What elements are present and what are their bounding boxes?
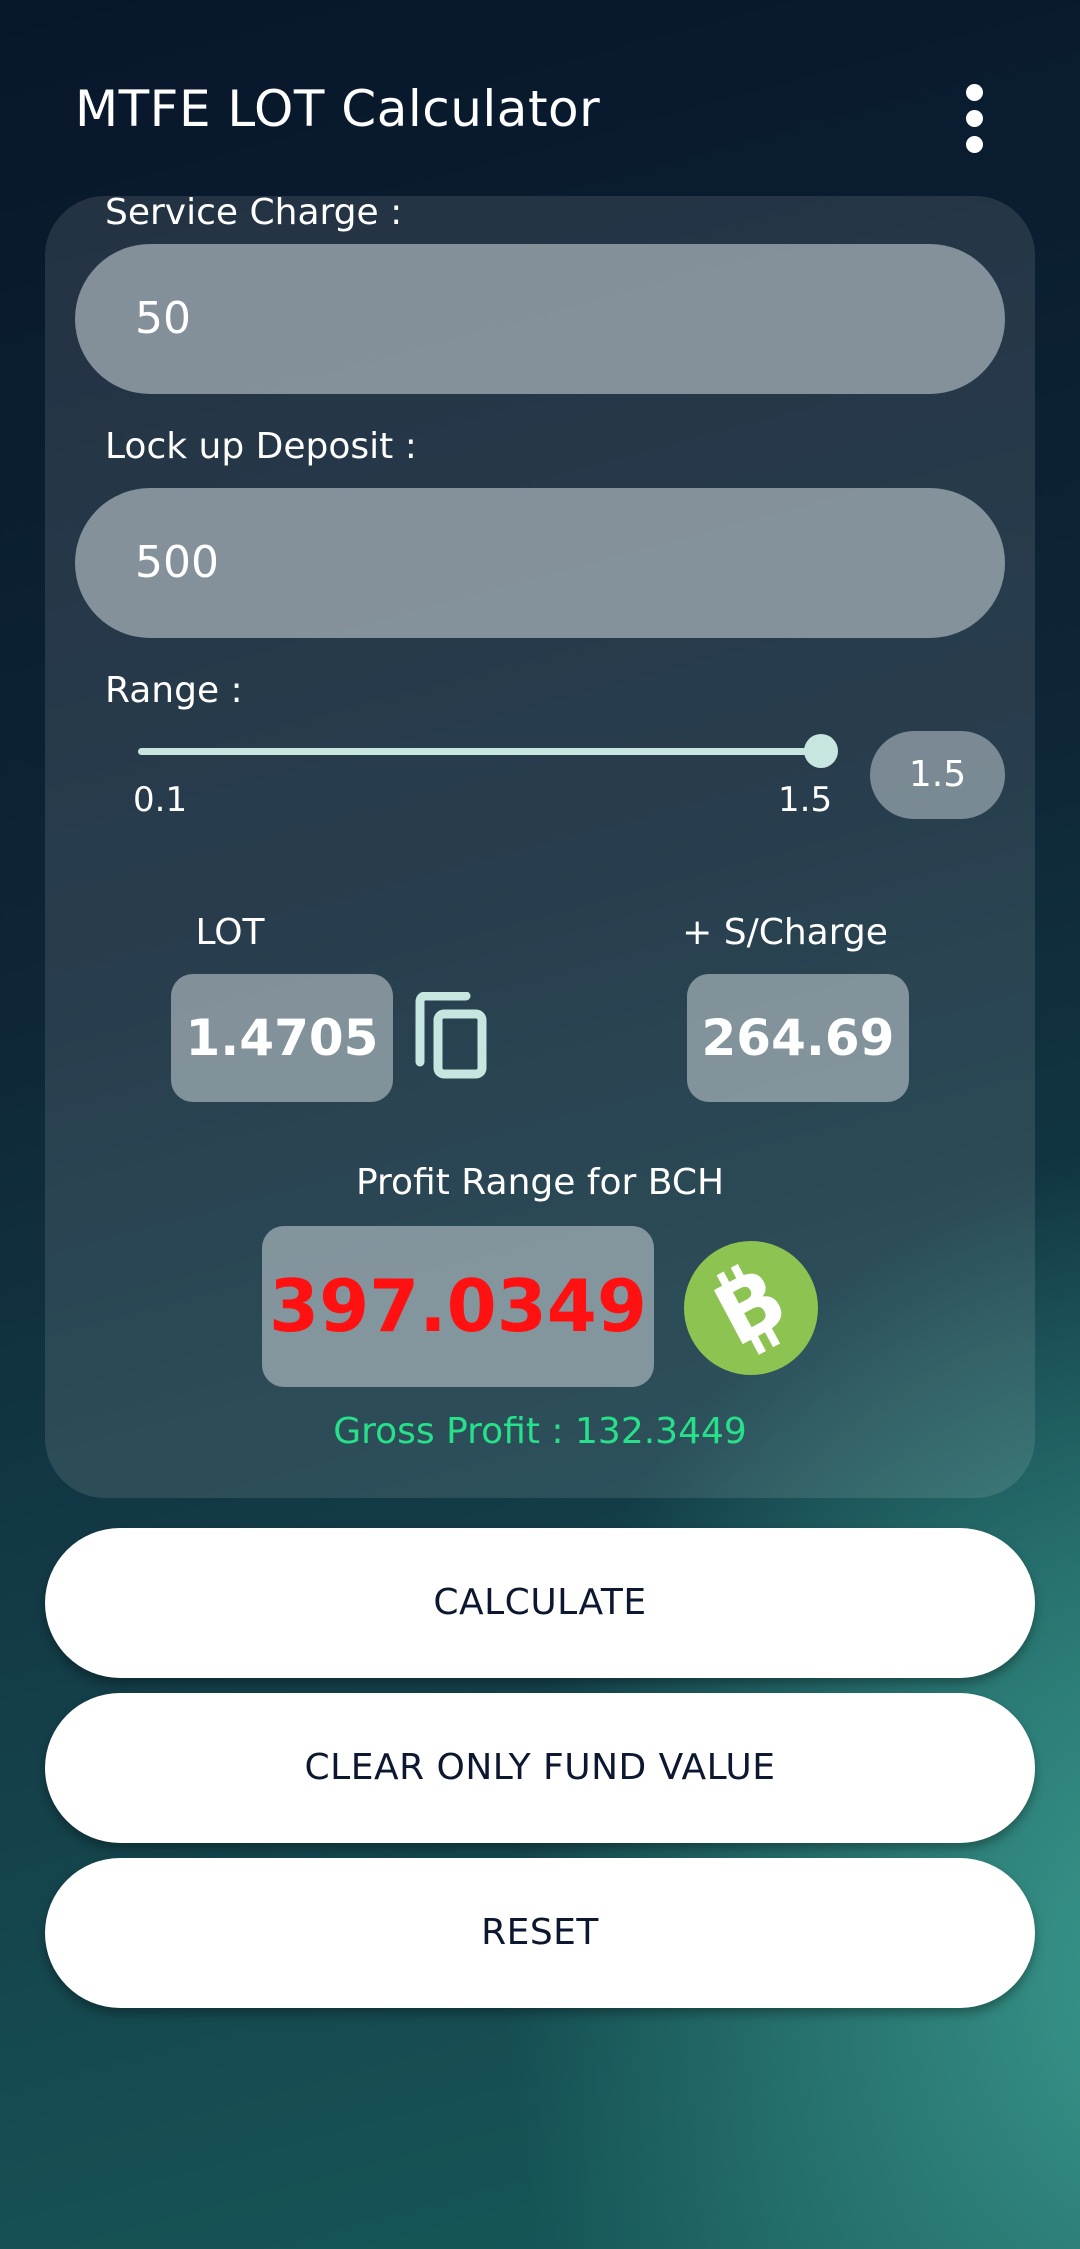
- range-label: Range :: [105, 670, 243, 711]
- clear-fund-value-button[interactable]: CLEAR ONLY FUND VALUE: [45, 1693, 1035, 1843]
- lock-up-deposit-label: Lock up Deposit :: [105, 426, 417, 467]
- bitcoin-cash-icon: B: [684, 1241, 818, 1375]
- reset-button[interactable]: RESET: [45, 1858, 1035, 2008]
- range-slider-track[interactable]: [138, 748, 821, 755]
- lot-value: 1.4705: [171, 974, 393, 1102]
- gross-profit-text: Gross Profit : 132.3449: [333, 1411, 747, 1452]
- app-bar: MTFE LOT Calculator: [0, 0, 1080, 200]
- lot-label: LOT: [195, 912, 265, 953]
- service-charge-input[interactable]: 50: [75, 244, 1005, 394]
- copy-icon[interactable]: [412, 991, 492, 1082]
- profit-range-value: 397.0349: [262, 1226, 654, 1387]
- range-slider-thumb[interactable]: [804, 734, 838, 768]
- s-charge-label: + S/Charge: [682, 912, 888, 953]
- lock-up-deposit-input[interactable]: 500: [75, 488, 1005, 638]
- calculator-card: Service Charge : 50 Lock up Deposit : 50…: [45, 196, 1035, 1498]
- profit-range-label: Profit Range for BCH: [355, 1162, 725, 1203]
- s-charge-value: 264.69: [687, 974, 909, 1102]
- range-value-badge: 1.5: [870, 731, 1005, 819]
- app-title: MTFE LOT Calculator: [75, 80, 601, 138]
- more-vert-icon[interactable]: [955, 84, 995, 154]
- range-max-label: 1.5: [778, 780, 833, 820]
- service-charge-label: Service Charge :: [105, 196, 403, 233]
- range-min-label: 0.1: [133, 780, 188, 820]
- calculate-button[interactable]: CALCULATE: [45, 1528, 1035, 1678]
